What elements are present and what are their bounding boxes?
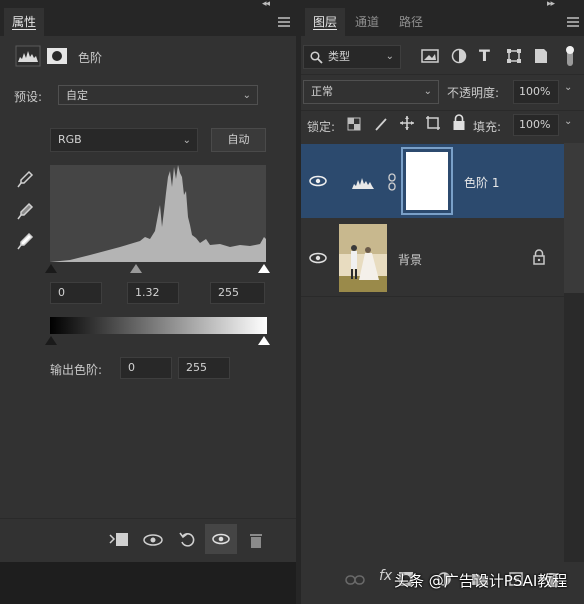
lock-transparent-pixels-icon[interactable]: [347, 117, 361, 131]
preset-label: 预设:: [14, 90, 43, 104]
input-black-field[interactable]: 0: [50, 282, 102, 304]
divider: [301, 110, 584, 111]
output-levels-label: 输出色阶:: [50, 363, 103, 377]
output-black-slider[interactable]: [45, 336, 57, 345]
workspace-gap: [0, 562, 296, 604]
channel-value: RGB: [58, 133, 82, 146]
layer-mask-thumbnail[interactable]: [401, 147, 453, 215]
levels-histogram: [50, 165, 266, 262]
filter-smartobject-icon[interactable]: [533, 47, 549, 65]
lock-all-icon[interactable]: [452, 114, 466, 131]
eyedropper-white-icon[interactable]: [16, 232, 34, 252]
filter-pixel-icon[interactable]: [421, 48, 439, 64]
search-icon: [310, 51, 323, 64]
fill-field[interactable]: 100%: [513, 114, 559, 136]
levels-histogram-icon: [352, 178, 374, 189]
adjustment-title: 色阶: [78, 51, 103, 65]
layers-panel: ▸▸ 图层 通道 路径 类型 ⌄ T 正常 ⌄ 不透明度: 100% ⌄ 锁定:…: [301, 0, 584, 604]
lock-artboard-icon[interactable]: [425, 115, 441, 131]
watermark-text: 头条 @广告设计PSAI教程: [394, 572, 568, 590]
tab-layers[interactable]: 图层: [305, 8, 346, 36]
filter-shape-icon[interactable]: [506, 48, 522, 64]
histogram-graph: [50, 165, 266, 262]
output-black-field[interactable]: 0: [120, 357, 172, 379]
panel-menu-icon[interactable]: [567, 17, 579, 27]
filter-adjustment-icon[interactable]: [451, 48, 467, 64]
panel-menu-icon[interactable]: [278, 17, 290, 27]
chevron-down-icon: ⌄: [182, 135, 191, 146]
link-icon[interactable]: [345, 574, 365, 586]
properties-tabbar: 属性: [0, 8, 296, 36]
visibility-eye-icon: [212, 533, 230, 545]
input-white-slider[interactable]: [258, 264, 270, 273]
toolbar-divider: [0, 518, 296, 519]
lock-label: 锁定:: [307, 120, 336, 134]
blend-mode-select[interactable]: 正常 ⌄: [303, 80, 439, 104]
chevron-down-icon: ⌄: [423, 86, 432, 97]
lock-icon[interactable]: [532, 249, 546, 265]
chevron-down-icon[interactable]: ⌄: [564, 116, 572, 127]
output-white-field[interactable]: 255: [178, 357, 230, 379]
layer-mask-icon[interactable]: [46, 47, 68, 65]
output-white-slider[interactable]: [258, 336, 270, 345]
fill-label: 填充:: [473, 120, 502, 134]
visibility-button[interactable]: [205, 524, 237, 554]
reset-icon[interactable]: [178, 530, 198, 550]
link-chain-icon[interactable]: [387, 173, 397, 191]
output-gradient-bar: [50, 317, 267, 334]
background-thumbnail[interactable]: [339, 224, 387, 292]
divider: [301, 74, 584, 75]
lock-position-icon[interactable]: [399, 115, 415, 131]
opacity-field[interactable]: 100%: [513, 80, 559, 104]
histogram-shape: [50, 165, 266, 262]
layer-name[interactable]: 背景: [398, 251, 422, 268]
divider: [301, 296, 564, 297]
filter-kind-select[interactable]: 类型 ⌄: [303, 45, 401, 69]
preset-dropdown[interactable]: 自定 ⌄: [58, 85, 258, 105]
tab-paths[interactable]: 路径: [391, 8, 431, 36]
visibility-eye-icon[interactable]: [309, 252, 327, 264]
filter-toggle-icon[interactable]: [563, 44, 577, 68]
layer-row-background[interactable]: 背景: [301, 221, 564, 295]
filter-type-icon[interactable]: T: [479, 46, 490, 65]
filter-kind-value: 类型: [328, 50, 350, 63]
properties-panel: ◂◂ 属性 色阶 预设: 自定 ⌄ RGB ⌄ 自动 0 1.32 255 输出…: [0, 0, 296, 562]
layer-row-levels[interactable]: 色阶 1: [301, 144, 564, 218]
chevron-down-icon: ⌄: [385, 51, 394, 62]
eyedropper-black-icon[interactable]: [16, 170, 34, 190]
input-gamma-slider[interactable]: [130, 264, 142, 273]
clip-to-layer-icon[interactable]: [108, 530, 130, 550]
tab-properties[interactable]: 属性: [4, 8, 45, 36]
layers-scroll-thumb[interactable]: [564, 143, 584, 293]
preset-value: 自定: [66, 89, 88, 102]
opacity-label: 不透明度:: [447, 86, 500, 100]
lock-image-pixels-icon[interactable]: [374, 117, 388, 131]
input-white-field[interactable]: 255: [210, 282, 265, 304]
input-black-slider[interactable]: [45, 264, 57, 273]
eyedropper-gray-icon[interactable]: [16, 202, 34, 222]
chevron-down-icon[interactable]: ⌄: [564, 82, 572, 93]
visibility-eye-icon[interactable]: [309, 175, 327, 187]
auto-button[interactable]: 自动: [211, 128, 266, 152]
panel-top-strip: ▸▸: [301, 0, 584, 9]
input-gamma-field[interactable]: 1.32: [127, 282, 179, 304]
channel-select[interactable]: RGB ⌄: [50, 128, 198, 152]
view-previous-icon[interactable]: [142, 530, 166, 550]
panel-top-strip: ◂◂: [0, 0, 296, 9]
levels-histogram-icon[interactable]: [15, 45, 41, 67]
layer-name[interactable]: 色阶 1: [464, 174, 499, 191]
fx-icon[interactable]: fx: [379, 568, 392, 584]
blend-mode-value: 正常: [311, 85, 333, 98]
layers-tabbar: 图层 通道 路径: [301, 8, 584, 36]
trash-icon[interactable]: [247, 530, 265, 550]
tab-channels[interactable]: 通道: [347, 8, 387, 36]
chevron-down-icon: ⌄: [242, 90, 251, 101]
